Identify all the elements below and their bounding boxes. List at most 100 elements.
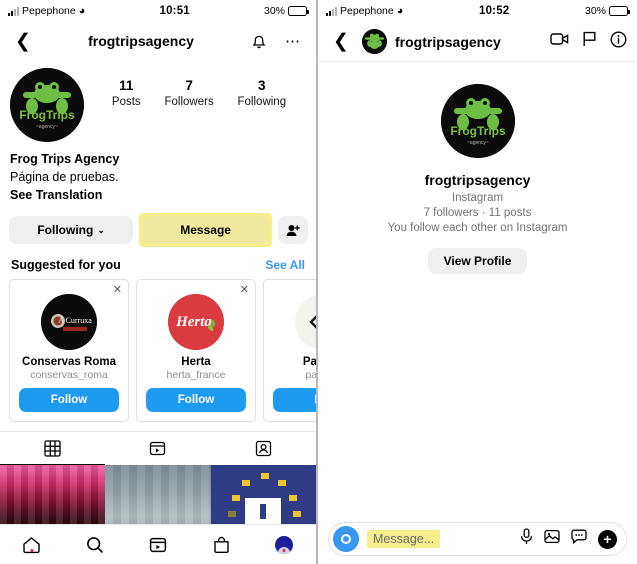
thread-title[interactable]: frogtripsagency: [395, 34, 542, 50]
status-bar-battery-group: 30%: [584, 5, 630, 17]
status-bar-battery-group: 30%: [263, 5, 309, 17]
message-button[interactable]: Message: [142, 216, 269, 245]
notification-dot: [30, 548, 34, 552]
following-button[interactable]: Following ⌄: [9, 216, 134, 245]
tagged-icon: [255, 441, 271, 457]
profile-bio: Frog Trips Agency Página de pruebas. See…: [0, 142, 316, 204]
follow-button[interactable]: Follow: [19, 388, 119, 413]
dismiss-icon[interactable]: ✕: [240, 285, 249, 296]
back-button[interactable]: ❮: [10, 28, 36, 54]
sticker-button[interactable]: [571, 529, 587, 549]
thread-platform: Instagram: [451, 192, 504, 204]
grid-icon: [44, 440, 61, 458]
add-person-button[interactable]: [278, 216, 308, 245]
eu-emblem: [245, 498, 282, 525]
nav-reels[interactable]: [126, 536, 189, 554]
video-camera-icon: [550, 33, 569, 45]
suggested-card[interactable]: ✕ d Party D partyde Fol: [263, 279, 318, 423]
see-translation-link[interactable]: See Translation: [10, 186, 306, 204]
notification-dot: [282, 548, 286, 552]
battery-percent-label: 30%: [263, 5, 285, 17]
follow-button[interactable]: Follow: [146, 388, 246, 413]
clock-label: 10:51: [159, 5, 190, 17]
profile-nav-bar: ❮ frogtripsagency ⋯: [0, 22, 316, 60]
svg-text:Herta: Herta: [175, 314, 212, 330]
microphone-icon: [520, 528, 533, 544]
suggested-name: Herta: [181, 356, 211, 369]
thread-avatar[interactable]: [362, 29, 387, 54]
dual-screenshot: Pepephone ◕ 10:51 30% ❮ frogtripsagency: [0, 0, 637, 564]
bell-icon: [252, 35, 266, 48]
follow-button[interactable]: Fol: [273, 388, 316, 413]
add-person-icon: [286, 224, 300, 236]
profile-header: FrogTrips ~agency~ 11 Posts 7 Followers …: [0, 60, 316, 142]
suggested-header: Suggested for you See All: [0, 247, 316, 279]
search-icon: [86, 536, 103, 553]
svg-text:FrogTrips: FrogTrips: [450, 124, 506, 138]
thread-username: frogtripsagency: [424, 172, 531, 188]
info-button[interactable]: [610, 30, 627, 53]
suggested-card[interactable]: ✕ A Curruxa Conservas Roma conservas_rom…: [9, 279, 129, 423]
svg-text:FrogTrips: FrogTrips: [19, 108, 75, 122]
camera-icon: [341, 534, 351, 544]
see-all-link[interactable]: See All: [265, 258, 305, 272]
suggested-username: partyde: [305, 369, 318, 382]
profile-avatar[interactable]: FrogTrips ~agency~: [10, 68, 84, 142]
message-input[interactable]: Message...: [367, 530, 441, 548]
mic-button[interactable]: [520, 528, 533, 550]
ellipsis-icon: ⋯: [285, 32, 301, 50]
dismiss-icon[interactable]: ✕: [113, 285, 122, 296]
camera-button[interactable]: [333, 526, 359, 552]
status-bar-left: Pepephone ◕ 10:51 30%: [0, 0, 316, 22]
bottom-nav-bar: [0, 524, 316, 564]
status-bar-right: Pepephone ◕ 10:52 30%: [318, 0, 637, 22]
carrier-label: Pepephone: [22, 5, 76, 17]
gallery-button[interactable]: [544, 529, 560, 549]
posts-count: 11: [119, 78, 134, 93]
chevron-down-icon: ⌄: [97, 224, 105, 235]
suggested-name: Conservas Roma: [22, 356, 116, 369]
nav-search[interactable]: [63, 536, 126, 554]
thread-profile-avatar[interactable]: FrogTrips ~agency~: [440, 84, 515, 158]
following-label: Following: [237, 95, 287, 108]
flag-icon: [583, 31, 596, 46]
suggested-username: conservas_roma: [30, 369, 108, 382]
signal-bars-icon: [8, 6, 19, 16]
reels-icon: [149, 537, 167, 552]
status-bar-carrier-group: Pepephone ◕: [326, 5, 403, 17]
bio-text: Página de pruebas.: [10, 170, 119, 185]
battery-icon: [288, 6, 309, 16]
stat-followers[interactable]: 7 Followers: [164, 78, 213, 110]
suggested-avatar: d: [295, 294, 316, 351]
stat-following[interactable]: 3 Following: [238, 78, 287, 110]
profile-actions: Following ⌄ Message: [0, 204, 316, 248]
report-button[interactable]: [582, 31, 597, 52]
stat-posts[interactable]: 11 Posts: [112, 78, 141, 110]
thread-profile-card: FrogTrips ~agency~ frogtripsagency Insta…: [318, 62, 637, 274]
view-profile-button[interactable]: View Profile: [427, 248, 528, 274]
video-call-button[interactable]: [550, 32, 569, 51]
chevron-left-icon: ❮: [15, 30, 31, 52]
info-circle-icon: [610, 30, 627, 48]
notifications-button[interactable]: [246, 28, 272, 54]
back-button[interactable]: ❮: [328, 29, 354, 55]
composer-icons: +: [520, 528, 617, 550]
suggested-card[interactable]: ✕ Herta Herta herta_france Follow: [136, 279, 256, 423]
tab-tagged[interactable]: [211, 432, 316, 465]
nav-shop[interactable]: [190, 536, 253, 554]
battery-percent-label: 30%: [584, 5, 606, 17]
tab-reels[interactable]: [105, 432, 210, 465]
wifi-icon: ◕: [396, 4, 404, 17]
following-label: Following: [37, 223, 94, 238]
chevron-left-icon: ❮: [333, 31, 349, 52]
tab-grid[interactable]: [0, 432, 106, 466]
following-count: 3: [258, 78, 266, 93]
nav-profile[interactable]: [253, 535, 316, 554]
page-title: frogtripsagency: [88, 33, 194, 49]
nav-home[interactable]: [0, 536, 63, 554]
more-options-button[interactable]: ⋯: [280, 28, 306, 54]
frog-logo-icon: FrogTrips ~agency~: [10, 68, 84, 142]
add-attachment-button[interactable]: +: [598, 529, 617, 549]
svg-text:~agency~: ~agency~: [467, 140, 489, 146]
thread-stats: 7 followers · 11 posts: [423, 207, 532, 219]
